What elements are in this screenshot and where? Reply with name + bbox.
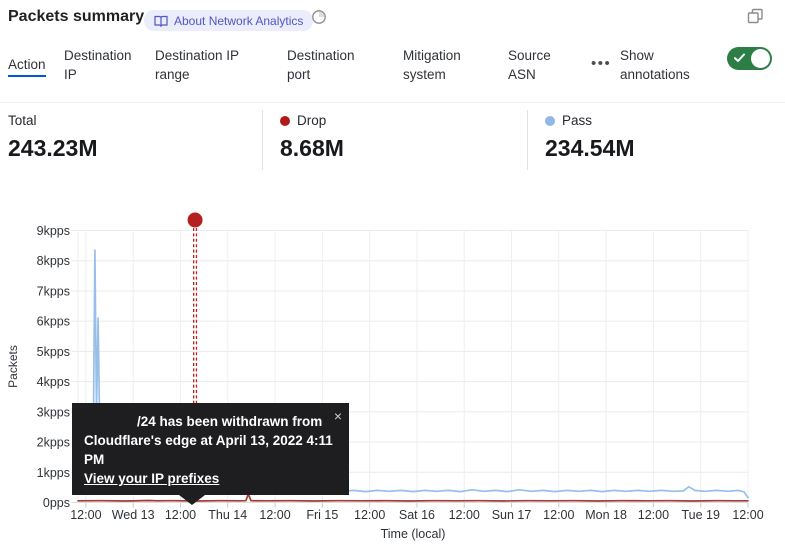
tooltip-line2: Cloudflare's edge at April 13, 2022 4:11… (84, 431, 337, 469)
x-tick-label: Sat 16 (399, 508, 435, 522)
x-tick-label: 12:00 (165, 508, 196, 522)
annotation-tooltip: × /24 has been withdrawn from Cloudflare… (72, 403, 349, 495)
tooltip-caret (179, 495, 205, 505)
x-tick-label: 12:00 (732, 508, 763, 522)
y-axis-title: Packets (6, 345, 20, 388)
y-tick-label: 2kpps (37, 436, 70, 450)
x-tick-label: Mon 18 (585, 508, 627, 522)
y-tick-label: 3kpps (37, 405, 70, 419)
y-tick-label: 0pps (43, 496, 70, 510)
x-tick-label: Tue 19 (681, 508, 720, 522)
y-tick-label: 9kpps (37, 224, 70, 238)
y-tick-label: 6kpps (37, 315, 70, 329)
x-tick-label: Thu 14 (208, 508, 247, 522)
x-tick-label: Wed 13 (112, 508, 155, 522)
annotation-marker[interactable] (188, 213, 203, 228)
x-tick-label: 12:00 (543, 508, 574, 522)
x-tick-label: Fri 15 (306, 508, 338, 522)
x-tick-label: 12:00 (70, 508, 101, 522)
close-icon[interactable]: × (334, 407, 342, 426)
y-tick-label: 8kpps (37, 254, 70, 268)
view-ip-prefixes-link[interactable]: View your IP prefixes (84, 469, 219, 488)
y-tick-label: 5kpps (37, 345, 70, 359)
y-tick-label: 1kpps (37, 466, 70, 480)
y-tick-label: 7kpps (37, 284, 70, 298)
x-tick-label: 12:00 (259, 508, 290, 522)
y-tick-label: 4kpps (37, 375, 70, 389)
x-tick-label: 12:00 (354, 508, 385, 522)
x-tick-label: 12:00 (449, 508, 480, 522)
x-tick-label: Sun 17 (492, 508, 532, 522)
x-tick-label: 12:00 (638, 508, 669, 522)
x-axis-title: Time (local) (381, 527, 446, 541)
tooltip-line1: /24 has been withdrawn from (137, 412, 337, 431)
